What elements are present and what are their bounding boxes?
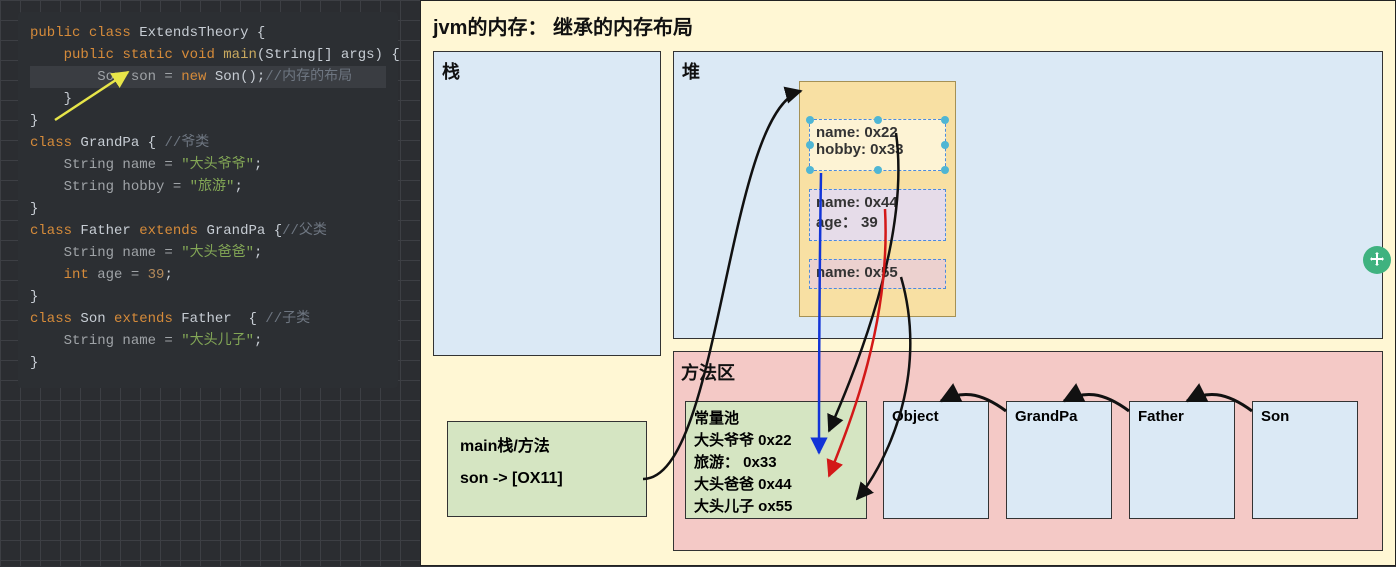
- heap-region: 堆: [673, 51, 1383, 339]
- code-line-12: int age = 39;: [30, 264, 386, 286]
- constant-pool-line-2: 旅游： 0x33: [694, 452, 858, 474]
- diagram-title: jvm的内存： 继承的内存布局: [433, 11, 693, 40]
- heap-son-name: name: 0x55: [816, 264, 939, 281]
- code-line-3-highlighted: Son son = new Son();//内存的布局: [30, 66, 386, 88]
- code-line-15: String name = "大头儿子";: [30, 330, 386, 352]
- stack-region: 栈: [433, 51, 661, 356]
- heap-section-father: name: 0x44 age： 39: [809, 189, 946, 241]
- constant-pool-title: 常量池: [694, 408, 858, 430]
- heap-grandpa-name: name: 0x22: [816, 124, 939, 141]
- class-box-object: Object: [883, 401, 989, 519]
- code-line-7: String name = "大头爷爷";: [30, 154, 386, 176]
- code-line-16: }: [30, 352, 386, 374]
- class-box-father: Father: [1129, 401, 1235, 519]
- method-area-label: 方法区: [681, 359, 735, 385]
- code-line-10: class Father extends GrandPa {//父类: [30, 220, 386, 242]
- stack-label: 栈: [442, 58, 460, 84]
- heap-father-name: name: 0x44: [816, 194, 939, 211]
- heap-section-son: name: 0x55: [809, 259, 946, 289]
- code-line-11: String name = "大头爸爸";: [30, 242, 386, 264]
- constant-pool-line-1: 大头爷爷 0x22: [694, 430, 858, 452]
- constant-pool-line-3: 大头爸爸 0x44: [694, 474, 858, 496]
- class-box-grandpa: GrandPa: [1006, 401, 1112, 519]
- code-line-6: class GrandPa { //爷类: [30, 132, 386, 154]
- code-pane: public class ExtendsTheory { public stat…: [18, 12, 398, 388]
- stack-main-frame: main栈/方法 son -> [OX11]: [447, 421, 647, 517]
- memory-diagram-canvas: jvm的内存： 继承的内存布局 栈 main栈/方法 son -> [OX11]…: [420, 0, 1396, 566]
- heap-grandpa-hobby: hobby: 0x33: [816, 141, 939, 158]
- code-line-14: class Son extends Father { //子类: [30, 308, 386, 330]
- constant-pool: 常量池 大头爷爷 0x22 旅游： 0x33 大头爸爸 0x44 大头儿子 ox…: [685, 401, 867, 519]
- main-frame-title: main栈/方法: [460, 432, 634, 456]
- code-line-2: public static void main(String[] args) {: [30, 44, 386, 66]
- main-frame-ref: son -> [OX11]: [460, 470, 634, 488]
- heap-father-age: age： 39: [816, 211, 939, 232]
- code-line-5: }: [30, 110, 386, 132]
- code-line-9: }: [30, 198, 386, 220]
- class-box-son: Son: [1252, 401, 1358, 519]
- heap-section-grandpa[interactable]: name: 0x22 hobby: 0x33: [809, 119, 946, 171]
- move-handle-icon[interactable]: [1363, 246, 1391, 274]
- constant-pool-line-4: 大头儿子 ox55: [694, 496, 858, 518]
- code-line-13: }: [30, 286, 386, 308]
- heap-label: 堆: [682, 58, 700, 84]
- code-line-4: }: [30, 88, 386, 110]
- code-line-8: String hobby = "旅游";: [30, 176, 386, 198]
- code-line-1: public class ExtendsTheory {: [30, 22, 386, 44]
